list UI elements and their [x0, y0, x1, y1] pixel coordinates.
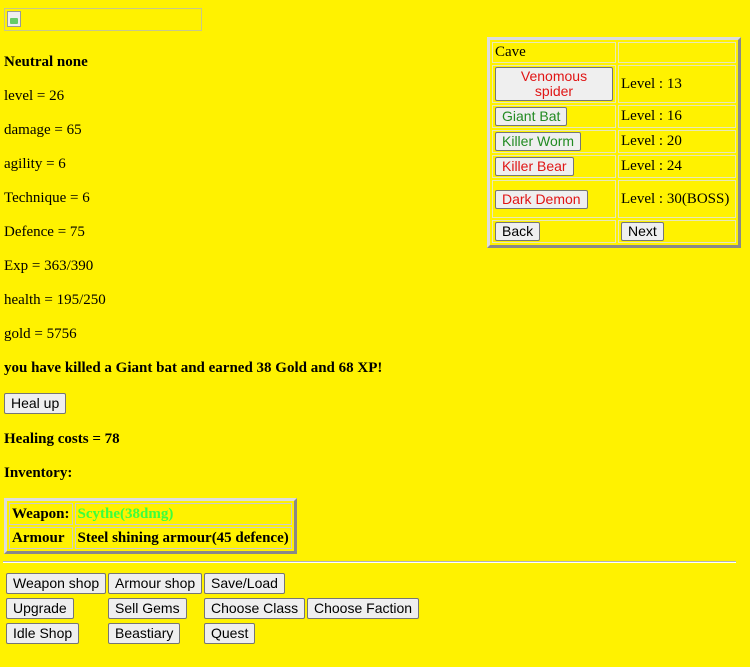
inventory-table: Weapon: Scythe(38dmg) Armour Steel shini…: [4, 498, 297, 554]
broken-image-banner: [4, 8, 202, 31]
healing-costs-text: Healing costs = 78: [4, 431, 120, 447]
monster-level: Level : 20: [618, 130, 736, 153]
table-row: Armour Steel shining armour(45 defence): [9, 527, 292, 549]
weapon-label: Weapon:: [9, 503, 73, 525]
faction-text: Neutral none: [4, 54, 88, 70]
gold-stat: gold = 5756: [4, 326, 77, 342]
monster-level: Level : 16: [618, 105, 736, 128]
next-button[interactable]: Next: [621, 222, 664, 241]
armour-label: Armour: [9, 527, 73, 549]
cave-monster-table: Cave Venomous spider Level : 13 Giant Ba…: [487, 37, 741, 248]
table-row: Giant Bat Level : 16: [492, 105, 736, 128]
exp-stat: Exp = 363/390: [4, 258, 94, 274]
cave-title-empty-cell: [618, 42, 736, 63]
armour-shop-button[interactable]: Armour shop: [108, 573, 203, 594]
quest-button[interactable]: Quest: [204, 623, 256, 644]
health-stat: health = 195/250: [4, 292, 106, 308]
level-stat: level = 26: [4, 88, 65, 104]
monster-dark-demon-button[interactable]: Dark Demon: [495, 189, 588, 209]
monster-giant-bat-button[interactable]: Giant Bat: [495, 107, 568, 126]
monster-level: Level : 24: [618, 155, 736, 178]
beastiary-button[interactable]: Beastiary: [108, 623, 181, 644]
table-row: Venomous spider Level : 13: [492, 65, 736, 103]
broken-image-icon: [7, 11, 21, 27]
monster-killer-worm-button[interactable]: Killer Worm: [495, 132, 582, 151]
weapon-value: Scythe(38dmg): [74, 503, 292, 525]
table-row: Dark Demon Level : 30(BOSS): [492, 180, 736, 218]
armour-value: Steel shining armour(45 defence): [74, 527, 292, 549]
divider: [3, 561, 736, 563]
table-row: Weapon: Scythe(38dmg): [9, 503, 292, 525]
heal-up-button[interactable]: Heal up: [4, 393, 67, 414]
monster-level: Level : 13: [618, 65, 736, 103]
choose-faction-button[interactable]: Choose Faction: [307, 598, 420, 619]
back-button[interactable]: Back: [495, 222, 541, 241]
upgrade-button[interactable]: Upgrade: [6, 598, 74, 619]
battle-message: you have killed a Giant bat and earned 3…: [4, 360, 383, 376]
sell-gems-button[interactable]: Sell Gems: [108, 598, 187, 619]
table-row: Cave: [492, 42, 736, 63]
agility-stat: agility = 6: [4, 156, 66, 172]
idle-shop-button[interactable]: Idle Shop: [6, 623, 80, 644]
monster-killer-bear-button[interactable]: Killer Bear: [495, 157, 574, 176]
save-load-button[interactable]: Save/Load: [204, 573, 285, 594]
technique-stat: Technique = 6: [4, 190, 90, 206]
choose-class-button[interactable]: Choose Class: [204, 598, 306, 619]
weapon-shop-button[interactable]: Weapon shop: [6, 573, 107, 594]
cave-title: Cave: [492, 42, 616, 63]
table-row: Back Next: [492, 220, 736, 243]
table-row: Killer Bear Level : 24: [492, 155, 736, 178]
defence-stat: Defence = 75: [4, 224, 85, 240]
monster-level: Level : 30(BOSS): [618, 180, 736, 218]
table-row: Killer Worm Level : 20: [492, 130, 736, 153]
inventory-label: Inventory:: [4, 465, 73, 481]
damage-stat: damage = 65: [4, 122, 82, 138]
monster-venomous-spider-button[interactable]: Venomous spider: [495, 67, 613, 101]
